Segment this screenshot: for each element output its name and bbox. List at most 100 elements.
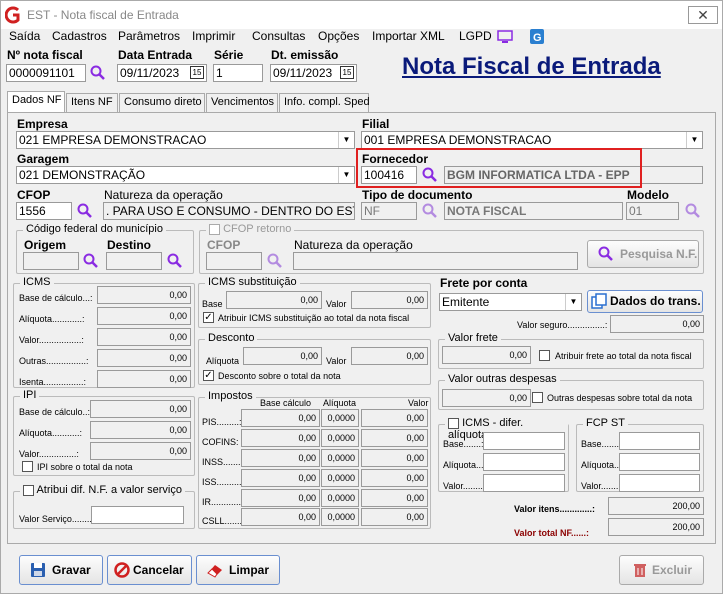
search-icon[interactable] bbox=[267, 253, 283, 269]
limpar-button[interactable]: Limpar bbox=[196, 555, 280, 585]
menu-cadastros[interactable]: Cadastros bbox=[52, 29, 107, 43]
tipo-documento-code[interactable]: NF bbox=[361, 202, 417, 220]
tab-dados-nf[interactable]: Dados NF bbox=[7, 91, 65, 112]
menu-imprimir[interactable]: Imprimir bbox=[192, 29, 235, 43]
cfop-retorno-checkbox[interactable] bbox=[209, 223, 220, 235]
ipi-base-field: 0,00 bbox=[90, 400, 191, 418]
ipi-base-label: Base de cálculo..: bbox=[19, 407, 91, 417]
natureza-retorno-field bbox=[293, 252, 578, 270]
tab-consumo-direto[interactable]: Consumo direto bbox=[119, 93, 205, 112]
icms-st-valor-field: 0,00 bbox=[351, 291, 428, 309]
search-icon[interactable] bbox=[77, 203, 93, 219]
dados-trans-button[interactable]: Dados do trans. bbox=[587, 290, 703, 313]
dt-emissao-input[interactable]: 09/11/2023 15 bbox=[270, 64, 357, 82]
valor-itens-field: 200,00 bbox=[608, 497, 704, 515]
frete-select[interactable]: Emitente ▼ bbox=[439, 293, 582, 311]
fcp-aliquota-input[interactable] bbox=[619, 453, 700, 471]
icms-dif-checkbox[interactable] bbox=[448, 417, 459, 429]
cfop-retorno-input[interactable] bbox=[206, 252, 262, 270]
icms-outras-field: 0,00 bbox=[97, 349, 191, 367]
impostos-row-label: COFINS: bbox=[202, 437, 239, 447]
impostos-aliquota-field: 0,0000 bbox=[321, 429, 359, 447]
filial-select[interactable]: 001 EMPRESA DEMONSTRACAO ▼ bbox=[361, 131, 703, 149]
impostos-valor-field: 0,00 bbox=[361, 469, 428, 487]
menu-parametros[interactable]: Parâmetros bbox=[118, 29, 180, 43]
ipi-valor-label: Valor...............: bbox=[19, 449, 79, 459]
close-button[interactable]: ✕ bbox=[688, 6, 718, 24]
impostos-base-field: 0,00 bbox=[241, 429, 320, 447]
menu-lgpd[interactable]: LGPD bbox=[459, 29, 492, 43]
window-title: EST - Nota fiscal de Entrada bbox=[27, 8, 179, 22]
impostos-row-label: ISS..........: bbox=[202, 477, 245, 487]
fcp-valor-input[interactable] bbox=[619, 474, 700, 492]
search-icon[interactable] bbox=[167, 253, 183, 269]
tab-info-compl-sped[interactable]: Info. compl. Sped bbox=[279, 93, 370, 112]
cfop-retorno-cfop-label: CFOP bbox=[207, 238, 241, 252]
calendar-icon[interactable]: 15 bbox=[340, 66, 354, 79]
destino-input[interactable] bbox=[106, 252, 162, 270]
pesquisa-nf-button[interactable]: Pesquisa N.F. bbox=[587, 240, 699, 268]
impostos-aliquota-field: 0,0000 bbox=[321, 489, 359, 507]
modelo-input[interactable]: 01 bbox=[626, 202, 679, 220]
outras-total-checkbox[interactable] bbox=[532, 392, 543, 403]
impostos-row-label: PIS.........: bbox=[202, 417, 242, 427]
menu-consultas[interactable]: Consultas bbox=[252, 29, 305, 43]
icms-valor-label: Valor.................: bbox=[19, 335, 84, 345]
monitor-icon[interactable] bbox=[497, 30, 513, 44]
frete-total-checkbox[interactable] bbox=[539, 350, 550, 361]
tab-itens-nf[interactable]: Itens NF bbox=[66, 93, 118, 112]
menu-importar-xml[interactable]: Importar XML bbox=[372, 29, 445, 43]
save-icon bbox=[31, 563, 45, 577]
icms-isenta-field: 0,00 bbox=[97, 370, 191, 388]
codigo-municipio-label: Código federal do município bbox=[23, 223, 166, 235]
garagem-select[interactable]: 021 DEMONSTRAÇÃO ▼ bbox=[16, 166, 355, 184]
data-entrada-input[interactable]: 09/11/2023 15 bbox=[117, 64, 207, 82]
search-icon[interactable] bbox=[422, 203, 438, 219]
icms-dif-base-input[interactable] bbox=[483, 432, 565, 450]
destino-label: Destino bbox=[107, 238, 152, 252]
cancel-icon bbox=[114, 562, 130, 578]
icms-isenta-label: Isenta................: bbox=[19, 377, 87, 387]
origem-input[interactable] bbox=[23, 252, 79, 270]
title-bar: EST - Nota fiscal de Entrada ✕ bbox=[1, 1, 722, 29]
chevron-down-icon: ▼ bbox=[565, 294, 581, 310]
desconto-total-label: Desconto sobre o total da nota bbox=[218, 371, 341, 381]
desconto-aliquota-label: Alíquota bbox=[206, 356, 240, 366]
fcp-base-input[interactable] bbox=[619, 432, 700, 450]
main-window: EST - Nota fiscal de Entrada ✕ Saída Cad… bbox=[0, 0, 723, 594]
valor-servico-input[interactable] bbox=[91, 506, 184, 524]
excluir-button[interactable]: Excluir bbox=[619, 555, 704, 585]
cfop-input[interactable]: 1556 bbox=[16, 202, 72, 220]
serie-input[interactable]: 1 bbox=[213, 64, 263, 82]
calendar-icon[interactable]: 15 bbox=[190, 66, 204, 79]
page-title: Nota Fiscal de Entrada bbox=[402, 53, 661, 80]
empresa-select[interactable]: 021 EMPRESA DEMONSTRACAO ▼ bbox=[16, 131, 355, 149]
icms-dif-aliquota-input[interactable] bbox=[483, 453, 565, 471]
gravar-button[interactable]: Gravar bbox=[19, 555, 103, 585]
search-icon[interactable] bbox=[83, 253, 99, 269]
filial-label: Filial bbox=[362, 117, 390, 131]
icms-st-total-checkbox[interactable]: ✓ bbox=[203, 312, 214, 323]
icms-st-total-label: Atribuir ICMS substituição ao total da n… bbox=[218, 313, 410, 323]
icms-valor-field: 0,00 bbox=[97, 328, 191, 346]
icms-dif-valor-input[interactable] bbox=[483, 474, 565, 492]
app-g-icon[interactable]: G bbox=[530, 29, 544, 44]
fornecedor-highlight-box bbox=[356, 148, 642, 188]
natureza-retorno-label: Natureza da operação bbox=[294, 238, 413, 252]
ipi-total-label: IPI sobre o total da nota bbox=[37, 462, 133, 472]
menu-opcoes[interactable]: Opções bbox=[318, 29, 359, 43]
search-icon[interactable] bbox=[90, 65, 106, 81]
impostos-valor-field: 0,00 bbox=[361, 449, 428, 467]
menu-saida[interactable]: Saída bbox=[9, 29, 40, 43]
desconto-total-checkbox[interactable]: ✓ bbox=[203, 370, 214, 381]
garagem-label: Garagem bbox=[17, 152, 70, 166]
search-icon[interactable] bbox=[685, 203, 701, 219]
ipi-total-checkbox[interactable] bbox=[22, 461, 33, 472]
cancelar-button[interactable]: Cancelar bbox=[107, 555, 192, 585]
eraser-icon bbox=[207, 565, 222, 578]
impostos-base-field: 0,00 bbox=[241, 409, 320, 427]
nota-fiscal-input[interactable]: 0000091101 bbox=[6, 64, 86, 82]
tab-vencimentos[interactable]: Vencimentos bbox=[206, 93, 278, 112]
atribui-dif-checkbox[interactable] bbox=[23, 484, 34, 496]
app-logo-icon bbox=[5, 6, 20, 24]
